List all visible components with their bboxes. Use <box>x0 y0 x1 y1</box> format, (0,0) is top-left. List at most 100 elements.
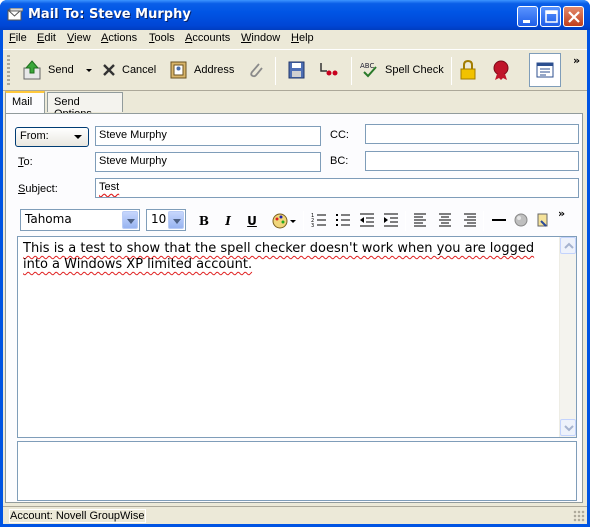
priority-button[interactable] <box>317 58 341 82</box>
minimize-button[interactable] <box>517 6 538 27</box>
menu-actions[interactable]: Actions <box>101 32 137 44</box>
from-dropdown[interactable]: From: <box>15 127 89 147</box>
svg-text:ABC: ABC <box>360 62 374 70</box>
tab-send-options[interactable]: Send Options <box>47 92 123 120</box>
svg-text:3: 3 <box>311 223 314 228</box>
spell-check-button[interactable]: ABC Spell Check <box>360 58 444 82</box>
cancel-button[interactable]: Cancel <box>101 58 156 82</box>
paperclip-icon <box>250 63 263 78</box>
status-account: Account: Novell GroupWise <box>9 509 146 523</box>
increase-indent-button[interactable] <box>381 212 401 230</box>
insert-link-button[interactable] <box>533 212 553 230</box>
to-label: To: <box>18 156 33 168</box>
align-right-button[interactable] <box>459 212 479 230</box>
attachment-pane[interactable] <box>17 441 577 501</box>
from-field[interactable]: Steve Murphy <box>95 126 321 146</box>
bold-button[interactable]: B <box>194 212 214 230</box>
minimize-icon <box>523 20 530 23</box>
cc-label: CC: <box>330 129 349 141</box>
address-button[interactable]: Address <box>169 58 234 82</box>
chevron-down-icon[interactable] <box>122 211 138 229</box>
menu-file[interactable]: File <box>9 32 27 44</box>
menu-bar: File Edit View Actions Tools Accounts Wi… <box>3 30 587 48</box>
paint-palette-icon <box>272 213 296 229</box>
decrease-indent-button[interactable] <box>357 212 377 230</box>
view-toggle-button[interactable] <box>529 53 561 87</box>
tab-mail[interactable]: Mail <box>5 91 45 113</box>
chevron-down-icon <box>74 135 82 139</box>
align-center-button[interactable] <box>435 212 455 230</box>
horizontal-line-button[interactable] <box>489 212 509 230</box>
align-right-icon <box>464 213 476 227</box>
message-body-editor[interactable]: This is a test to show that the spell ch… <box>17 236 577 438</box>
numbered-list-button[interactable]: 123 <box>309 212 329 230</box>
subject-field[interactable]: Test <box>95 178 579 198</box>
chevron-down-icon <box>86 69 92 72</box>
send-button[interactable]: Send <box>21 58 74 82</box>
toolbar-separator <box>275 57 276 85</box>
toolbar-grip[interactable] <box>7 55 10 87</box>
address-book-icon <box>170 61 187 79</box>
mail-panel: From: Steve Murphy CC: To: Steve Murphy … <box>5 113 583 503</box>
indent-icon <box>384 213 398 227</box>
font-select[interactable]: Tahoma <box>20 209 140 231</box>
window-frame: File Edit View Actions Tools Accounts Wi… <box>3 30 587 524</box>
toolbar-separator <box>451 57 452 85</box>
highlight-color-button[interactable] <box>271 212 297 230</box>
to-field[interactable]: Steve Murphy <box>95 152 321 172</box>
bc-field[interactable] <box>365 151 579 171</box>
menu-edit[interactable]: Edit <box>37 32 56 44</box>
outdent-icon <box>360 213 374 227</box>
menu-help[interactable]: Help <box>291 32 314 44</box>
attach-button[interactable] <box>247 58 265 82</box>
close-icon <box>568 11 580 23</box>
underline-button[interactable]: U <box>242 212 262 230</box>
message-body-text: This is a test to show that the spell ch… <box>23 241 535 272</box>
chevron-down-icon[interactable] <box>168 211 184 229</box>
align-left-button[interactable] <box>411 212 431 230</box>
bullet-list-button[interactable] <box>333 212 353 230</box>
cc-field[interactable] <box>365 124 579 144</box>
send-dropdown-button[interactable] <box>84 58 94 82</box>
format-separator <box>303 211 304 231</box>
format-separator <box>483 211 484 231</box>
link-icon <box>537 213 548 227</box>
sign-button[interactable] <box>491 58 511 82</box>
menu-view[interactable]: View <box>67 32 91 44</box>
bullet-list-icon <box>336 214 350 226</box>
encrypt-button[interactable] <box>458 58 478 82</box>
mail-window: Mail To: Steve Murphy File Edit View Act… <box>0 0 590 527</box>
subject-label: Subject: <box>18 183 58 195</box>
seal-ribbon-icon <box>493 60 509 80</box>
image-icon <box>514 213 528 227</box>
italic-button[interactable]: I <box>218 212 238 230</box>
font-size-select[interactable]: 10 <box>146 209 186 231</box>
insert-image-button[interactable] <box>511 212 531 230</box>
menu-accounts[interactable]: Accounts <box>185 32 230 44</box>
resize-grip[interactable] <box>573 510 585 522</box>
format-overflow-button[interactable]: » <box>558 207 565 220</box>
chevron-up-icon <box>564 242 574 249</box>
toolbar-overflow-button[interactable]: » <box>573 54 580 67</box>
menu-tools[interactable]: Tools <box>149 32 175 44</box>
status-bar: Account: Novell GroupWise <box>3 506 587 524</box>
maximize-button[interactable] <box>540 6 561 27</box>
scroll-up-button[interactable] <box>560 237 576 254</box>
main-toolbar: Send Cancel Address ABC Spell Check » <box>3 49 587 91</box>
menu-window[interactable]: Window <box>241 32 280 44</box>
scroll-down-button[interactable] <box>560 419 576 436</box>
save-draft-button[interactable] <box>286 58 306 82</box>
lock-icon <box>460 59 476 80</box>
chevron-down-icon <box>564 425 574 432</box>
horizontal-line-icon <box>492 219 506 221</box>
floppy-disk-icon <box>288 61 305 79</box>
send-icon <box>23 60 41 80</box>
vertical-scrollbar[interactable] <box>559 237 576 437</box>
close-button[interactable] <box>563 6 584 27</box>
numbered-list-icon: 123 <box>311 213 326 229</box>
align-left-icon <box>414 213 426 227</box>
form-view-icon <box>536 62 554 78</box>
toolbar-separator <box>351 57 352 85</box>
tab-strip: Mail Send Options <box>3 91 587 120</box>
title-bar[interactable]: Mail To: Steve Murphy <box>0 0 590 30</box>
